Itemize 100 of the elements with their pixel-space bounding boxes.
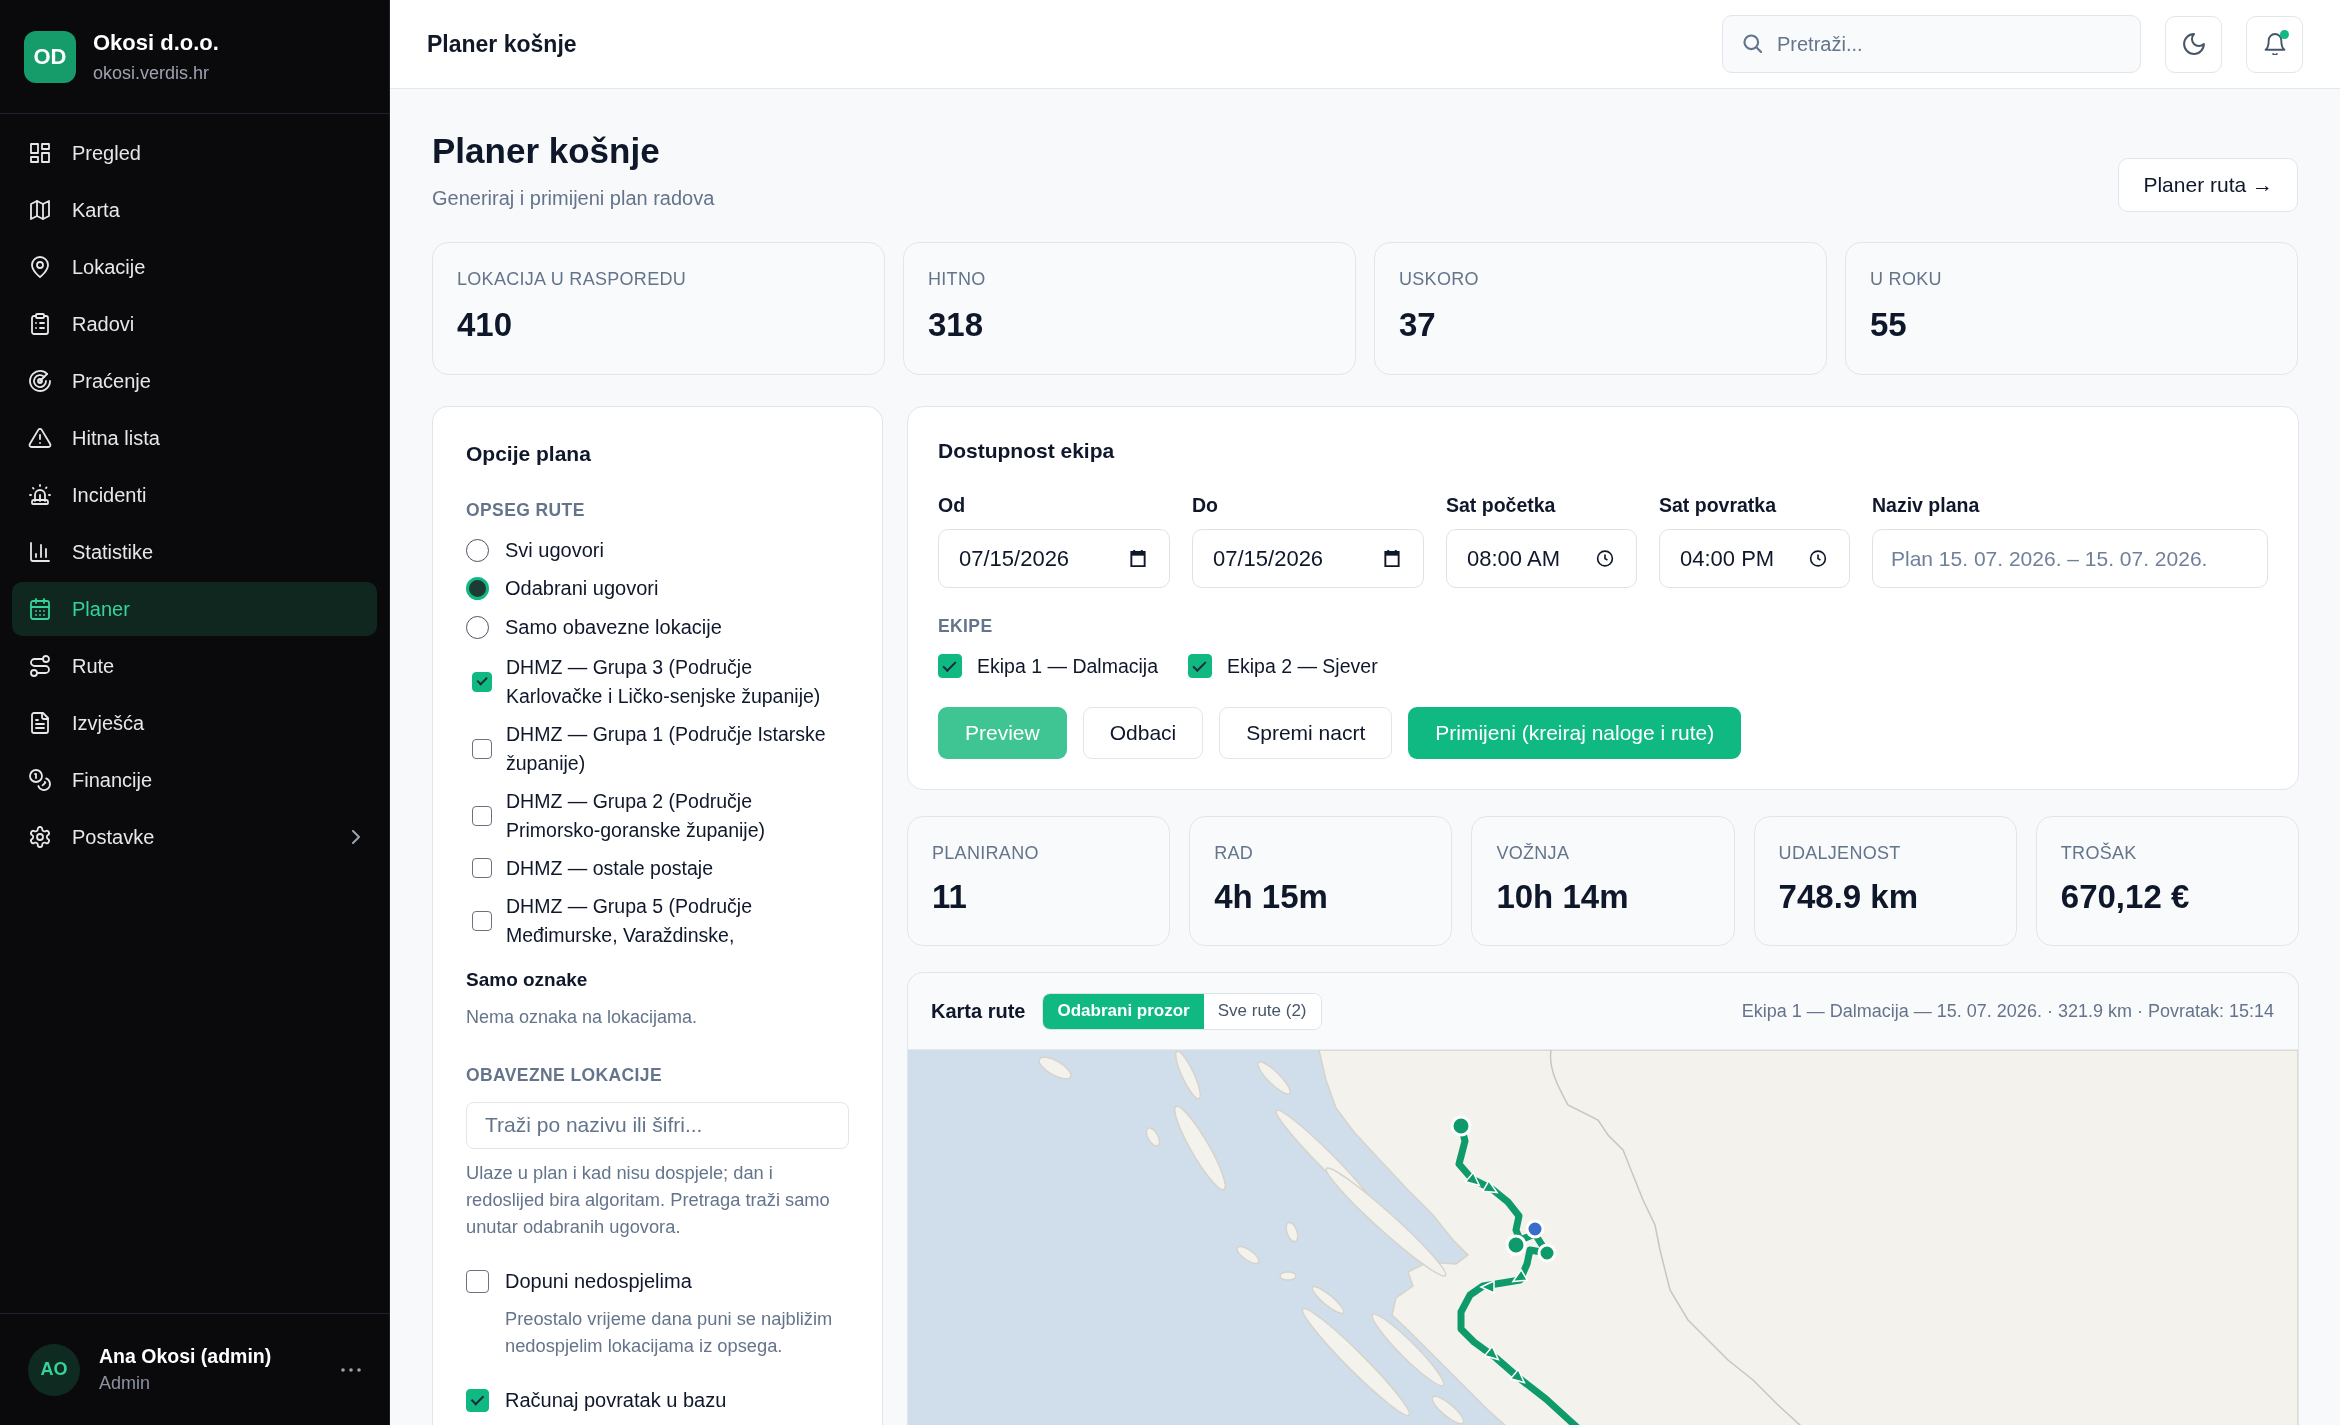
checkbox-label: Računaj povratak u bazu (505, 1389, 727, 1412)
time-field[interactable]: 04:00 PM (1659, 529, 1850, 588)
radio-button[interactable] (466, 615, 489, 639)
checkbox[interactable] (472, 910, 492, 931)
company-logo: OD (24, 30, 76, 83)
coins-icon (28, 768, 52, 792)
company-domain: okosi.verdis.hr (93, 61, 211, 84)
stat-label: LOKACIJA U RASPOREDU (457, 269, 688, 289)
route-planner-button[interactable]: Planer ruta → (2118, 158, 2298, 212)
map-title: Karta rute (931, 999, 1026, 1023)
stat-value: 318 (928, 305, 985, 345)
stat-value: 55 (1870, 305, 1908, 345)
stat-label: USKORO (1399, 269, 1480, 289)
radio-button[interactable] (466, 577, 489, 601)
section-label: OPSEG RUTE (466, 499, 586, 521)
stat-value: 37 (1399, 305, 1437, 345)
map-icon (28, 198, 52, 222)
save-draft-button[interactable]: Spremi nacrt (1219, 707, 1393, 759)
checkbox-label: DHMZ — Grupa 2 (Područje Primorsko-goranske županije) (506, 788, 767, 843)
stat-label: U ROKU (1870, 269, 1943, 289)
nav-item[interactable]: Lokacije (12, 240, 377, 294)
nav-item[interactable]: Incidenti (12, 468, 377, 522)
map-pin-icon (28, 255, 52, 279)
moon-icon (2182, 33, 2205, 55)
nav-item[interactable]: Pregled (12, 126, 377, 180)
field-label: Naziv plana (1872, 494, 1981, 516)
checkbox[interactable] (938, 654, 962, 678)
discard-button[interactable]: Odbaci (1082, 707, 1204, 759)
nav-item[interactable]: Financije (12, 753, 377, 807)
panel-title: Dostupnost ekipa (938, 438, 1116, 464)
nav-item[interactable]: Statistike (12, 525, 377, 579)
checkbox[interactable] (472, 738, 492, 759)
stat-value: 410 (457, 305, 514, 345)
date-field[interactable]: 07/15/2026 (938, 529, 1170, 588)
siren-icon (28, 483, 52, 507)
field-label: Sat povratka (1659, 494, 1778, 516)
nav-item[interactable]: Postavke (12, 810, 377, 864)
route-icon (28, 654, 52, 678)
checkbox[interactable] (1188, 654, 1212, 678)
user-role: Admin (99, 1373, 152, 1394)
calendar-icon (1383, 549, 1401, 568)
radar-icon (28, 369, 52, 393)
help-text: Ulaze u plan i kad nisu dospjele; dan i redoslijed bira algoritam. Pretraga traži samo unutar odabranih ugovora. (466, 1160, 831, 1239)
more-icon[interactable] (341, 1367, 361, 1372)
checkbox[interactable] (466, 1389, 489, 1412)
checkbox-label: Ekipa 2 — Sjever (1227, 654, 1378, 678)
date-field[interactable]: 07/15/2026 (1192, 529, 1424, 588)
checkbox[interactable] (472, 805, 492, 826)
nav-item[interactable]: Hitna lista (12, 411, 377, 465)
nav-item[interactable]: Rute (12, 639, 377, 693)
metric-label: TROŠAK (2060, 843, 2138, 863)
settings-icon (28, 825, 52, 849)
field-label: Od (938, 494, 967, 516)
location-search-field[interactable]: Traži po nazivu ili šifri... (466, 1101, 849, 1149)
calendar-icon (1129, 549, 1147, 568)
nav-item[interactable]: Radovi (12, 297, 377, 351)
field-label: Do (1192, 494, 1219, 516)
search-field[interactable]: Pretraži... (1722, 15, 2141, 73)
radio-button[interactable] (466, 538, 489, 562)
metric-value: 4h 15m (1214, 877, 1329, 917)
field-label: Sat početka (1446, 494, 1557, 516)
theme-toggle-button[interactable] (2165, 15, 2222, 73)
metric-label: PLANIRANO (932, 843, 1040, 863)
nav-item[interactable]: Izvješća (12, 696, 377, 750)
metric-value: 670,12 € (2060, 877, 2191, 917)
section-label: EKIPE (938, 615, 994, 637)
nav-item[interactable]: Karta (12, 183, 377, 237)
help-text: Preostalo vrijeme dana puni se najbližim nedospjelim lokacijama iz opsega. (504, 1306, 834, 1358)
document-icon (28, 711, 52, 735)
metric-label: UDALJENOST (1778, 843, 1902, 863)
radio-label: Samo obavezne lokacije (505, 615, 722, 639)
metric-value: 11 (932, 877, 968, 917)
checkbox[interactable] (472, 858, 492, 878)
stat-label: HITNO (928, 269, 987, 289)
plan-name-field[interactable]: Plan 15. 07. 2026. – 15. 07. 2026. (1872, 529, 2268, 588)
user-avatar: AO (28, 1343, 80, 1396)
checkbox-label: DHMZ — Grupa 3 (Područje Karlovačke i Ličko-senjske županije) (506, 654, 822, 709)
nav-item[interactable]: Praćenje (12, 354, 377, 408)
time-field[interactable]: 08:00 AM (1446, 529, 1637, 588)
checkbox-label: Dopuni nedospjelima (505, 1270, 692, 1293)
section-title: Samo oznake (466, 967, 589, 992)
checkbox-label: DHMZ — ostale postaje (506, 855, 713, 881)
checkbox-label: Ekipa 1 — Dalmacija (977, 654, 1158, 678)
route-summary: Ekipa 1 — Dalmacija — 15. 07. 2026. · 321.9 km · Povratak: 15:14 (1741, 1000, 2274, 1022)
warning-icon (28, 426, 52, 450)
clipboard-icon (28, 312, 52, 336)
nav-item[interactable]: Planer (12, 582, 377, 636)
page-subtitle: Generiraj i primijeni plan radova (432, 186, 715, 210)
checkbox[interactable] (466, 1270, 489, 1293)
radio-label: Svi ugovori (505, 538, 604, 562)
clock-icon (1809, 549, 1827, 568)
empty-state-text: Nema oznaka na lokacijama. (466, 1005, 699, 1029)
dashboard-icon (28, 141, 52, 165)
checkbox[interactable] (472, 671, 492, 692)
radio-label: Odabrani ugovori (505, 577, 659, 601)
metric-value: 10h 14m (1496, 877, 1630, 917)
chevron-right-icon (351, 830, 361, 844)
calendar-icon (28, 597, 52, 621)
checkbox-label: DHMZ — Grupa 1 (Područje Istarske županije) (506, 721, 827, 776)
notifications-button[interactable] (2246, 15, 2303, 73)
